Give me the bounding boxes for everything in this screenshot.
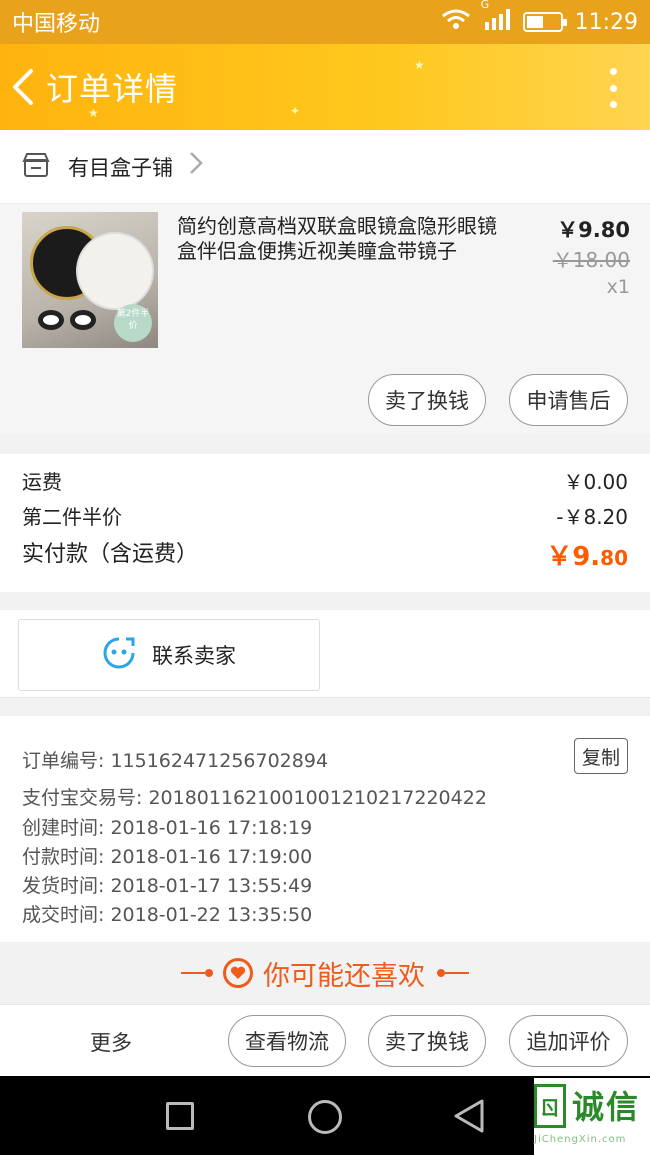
bottom-action-bar: 更多 查看物流 卖了换钱 追加评价 xyxy=(0,1004,650,1076)
network-type: G xyxy=(480,0,490,11)
after-sale-button[interactable]: 申请售后 xyxy=(509,374,628,426)
heart-icon xyxy=(223,958,253,988)
recommend-title: 你可能还喜欢 xyxy=(263,960,425,992)
contact-seller-label: 联系卖家 xyxy=(152,644,236,668)
discount-row: 第二件半价 -￥8.20 xyxy=(22,501,628,530)
discount-label: 第二件半价 xyxy=(22,505,122,529)
completed-time: 成交时间: 2018-01-22 13:35:50 xyxy=(22,904,313,926)
app-header: ★ ★ ✦ 订单详情 xyxy=(0,44,650,130)
product-title: 简约创意高档双联盒眼镜盒隐形眼镜盒伴侣盒便携近视美瞳盒带镜子 xyxy=(177,214,497,263)
divider-right xyxy=(437,969,469,977)
battery-icon xyxy=(522,12,567,32)
total-main: ￥9. xyxy=(546,542,601,572)
carrier-label: 中国移动 xyxy=(12,12,101,37)
shipping-label: 运费 xyxy=(22,470,62,494)
back-triangle-icon[interactable] xyxy=(452,1098,486,1138)
watermark: ㄖ 诚信 JiChengXin.com xyxy=(534,1078,650,1155)
more-actions-button[interactable]: 更多 xyxy=(90,1027,132,1057)
product-price: ￥9.80 xyxy=(557,218,630,242)
back-button[interactable] xyxy=(0,44,46,130)
shop-name: 有目盒子铺 xyxy=(68,155,173,180)
product-thumbnail[interactable]: 第2件半价 xyxy=(22,212,158,348)
shop-icon xyxy=(22,152,50,182)
view-logistics-button[interactable]: 查看物流 xyxy=(228,1015,346,1067)
product-original-price: ￥18.00 xyxy=(552,248,630,272)
order-info: 订单编号: 115162471256702894 复制 支付宝交易号: 2018… xyxy=(0,716,650,942)
home-icon[interactable] xyxy=(308,1100,342,1134)
total-row: 实付款（含运费） ￥9.80 xyxy=(22,536,628,573)
total-label: 实付款（含运费） xyxy=(22,542,199,567)
recommend-divider: 你可能还喜欢 xyxy=(0,942,650,1004)
watermark-logo-icon: ㄖ xyxy=(534,1084,566,1128)
order-number: 订单编号: 115162471256702894 xyxy=(22,750,329,772)
watermark-brand: 诚信 xyxy=(572,1088,641,1126)
total-cents: 80 xyxy=(600,546,628,570)
copy-button[interactable]: 复制 xyxy=(574,738,628,774)
recents-icon[interactable] xyxy=(166,1102,194,1130)
promo-tag: 第2件半价 xyxy=(114,304,152,342)
divider-left xyxy=(181,969,213,977)
shipping-row: 运费 ￥0.00 xyxy=(22,466,628,495)
contact-section: 联系卖家 xyxy=(0,610,650,698)
sparkle-decoration: ★ xyxy=(414,58,425,72)
clock: 11:29 xyxy=(574,9,638,35)
paid-time: 付款时间: 2018-01-16 17:19:00 xyxy=(22,846,313,868)
status-icons: G 11:29 xyxy=(441,0,638,36)
resell-button-bottom[interactable]: 卖了换钱 xyxy=(368,1015,486,1067)
shipped-time: 发货时间: 2018-01-17 13:55:49 xyxy=(22,875,313,897)
page-title: 订单详情 xyxy=(46,70,179,108)
product-quantity: x1 xyxy=(606,276,630,298)
total-value: ￥9.80 xyxy=(546,536,628,573)
sparkle-decoration: ✦ xyxy=(290,104,301,118)
alipay-trade-number: 支付宝交易号: 2018011621001001210217220422 xyxy=(22,787,487,809)
sparkle-decoration: ★ xyxy=(88,106,99,120)
watermark-domain: JiChengXin.com xyxy=(534,1134,627,1145)
wifi-icon xyxy=(441,8,471,36)
status-bar: 中国移动 G 11:29 xyxy=(0,0,650,44)
shop-row[interactable]: 有目盒子铺 xyxy=(0,130,650,204)
chat-face-icon xyxy=(102,636,136,674)
signal-icon: G xyxy=(481,0,511,36)
resell-button[interactable]: 卖了换钱 xyxy=(368,374,486,426)
discount-value: -￥8.20 xyxy=(556,505,628,529)
contact-seller-button[interactable]: 联系卖家 xyxy=(18,619,320,691)
created-time: 创建时间: 2018-01-16 17:18:19 xyxy=(22,817,313,839)
shipping-value: ￥0.00 xyxy=(563,470,628,494)
add-review-button[interactable]: 追加评价 xyxy=(509,1015,628,1067)
product-item[interactable]: 第2件半价 简约创意高档双联盒眼镜盒隐形眼镜盒伴侣盒便携近视美瞳盒带镜子 ￥9.… xyxy=(0,204,650,434)
fee-summary: 运费 ￥0.00 第二件半价 -￥8.20 实付款（含运费） ￥9.80 xyxy=(0,454,650,592)
more-options-icon[interactable] xyxy=(606,68,620,108)
chevron-right-icon xyxy=(189,151,203,182)
chevron-left-icon xyxy=(13,69,33,105)
